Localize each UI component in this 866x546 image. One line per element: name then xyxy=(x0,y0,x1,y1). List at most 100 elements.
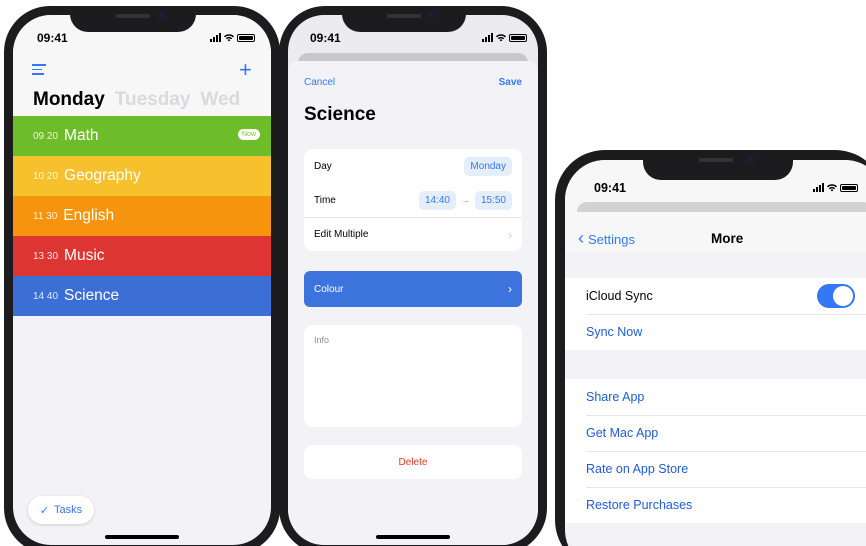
tab-monday[interactable]: Monday xyxy=(33,89,105,110)
status-time: 09:41 xyxy=(37,31,68,45)
checkmark-icon: ✓ xyxy=(39,504,50,517)
back-button[interactable]: ‹ Settings xyxy=(578,228,635,248)
edit-sheet: Cancel Save Science Day Monday Time 14:4… xyxy=(288,61,538,545)
lesson-name: English xyxy=(63,207,115,224)
status-icons xyxy=(482,33,527,42)
battery-icon xyxy=(509,33,527,42)
tasks-button[interactable]: ✓ Tasks xyxy=(28,496,94,524)
lesson-name: Math xyxy=(64,127,99,144)
save-button[interactable]: Save xyxy=(499,77,522,88)
links-group: Share App Get Mac App Rate on App Store … xyxy=(565,379,866,523)
schedule-group: Day Monday Time 14:40 → 15:50 Edit Multi… xyxy=(304,149,522,251)
lesson-title: Science xyxy=(304,104,376,125)
battery-icon xyxy=(237,33,255,42)
home-indicator xyxy=(105,535,179,539)
camera xyxy=(747,156,754,163)
cancel-button[interactable]: Cancel xyxy=(304,77,335,88)
notch xyxy=(643,150,793,180)
lesson-time: 13 30 xyxy=(33,250,59,262)
signal-icon xyxy=(210,33,221,42)
day-label: Day xyxy=(314,160,332,172)
restore-purchases-row[interactable]: Restore Purchases xyxy=(565,487,866,523)
wifi-icon xyxy=(224,33,234,41)
battery-icon xyxy=(840,183,858,192)
icloud-sync-label: iCloud Sync xyxy=(586,289,653,303)
lesson-name: Science xyxy=(64,287,120,304)
day-picker[interactable]: Monday xyxy=(464,156,512,176)
rate-app-row[interactable]: Rate on App Store xyxy=(565,451,866,487)
status-icons xyxy=(813,183,858,192)
get-mac-app-row[interactable]: Get Mac App xyxy=(565,415,866,451)
signal-icon xyxy=(813,183,824,192)
tasks-label: Tasks xyxy=(54,504,83,516)
back-label: Settings xyxy=(588,231,635,247)
delete-button[interactable]: Delete xyxy=(304,445,522,479)
lesson-time: 10 20 xyxy=(33,170,59,182)
delete-label: Delete xyxy=(398,456,428,468)
lesson-row[interactable]: 11 30 English xyxy=(13,196,271,236)
arrow-right-icon: → xyxy=(460,195,470,205)
tab-tuesday[interactable]: Tuesday xyxy=(115,89,191,110)
end-time-picker[interactable]: 15:50 xyxy=(474,190,512,210)
icloud-sync-row: iCloud Sync xyxy=(565,278,866,314)
colour-row[interactable]: Colour › xyxy=(304,271,522,307)
speaker xyxy=(116,14,150,18)
sync-group: iCloud Sync Sync Now xyxy=(565,278,866,350)
lesson-name: Music xyxy=(64,247,105,264)
get-mac-app-label: Get Mac App xyxy=(586,426,659,440)
plus-icon[interactable]: + xyxy=(239,59,252,81)
wifi-icon xyxy=(827,183,837,191)
restore-purchases-label: Restore Purchases xyxy=(586,498,693,512)
lesson-row[interactable]: 10 20 Geography xyxy=(13,156,271,196)
icloud-sync-toggle[interactable] xyxy=(817,284,855,308)
share-app-row[interactable]: Share App xyxy=(565,379,866,415)
more-screen: 09:41 ‹ Settings More iCloud Sync Sync N… xyxy=(565,160,866,546)
notch xyxy=(342,6,466,32)
phone-more-settings: 09:41 ‹ Settings More iCloud Sync Sync N… xyxy=(555,150,866,546)
chevron-right-icon: › xyxy=(508,282,512,296)
status-time: 09:41 xyxy=(594,181,626,195)
timetable-screen: 09:41 + Monday Tuesday Wed 09 20 Math Now … xyxy=(13,15,271,545)
edit-multiple-row[interactable]: Edit Multiple › xyxy=(304,217,522,251)
status-icons xyxy=(210,33,255,42)
now-badge: Now xyxy=(237,129,260,140)
info-placeholder: Info xyxy=(314,335,330,345)
chevron-left-icon: ‹ xyxy=(578,228,584,248)
edit-multiple-label: Edit Multiple xyxy=(314,229,369,240)
rate-app-label: Rate on App Store xyxy=(586,462,689,476)
phone-timetable: 09:41 + Monday Tuesday Wed 09 20 Math Now … xyxy=(4,6,280,546)
sync-now-row[interactable]: Sync Now xyxy=(565,314,866,350)
sync-now-label: Sync Now xyxy=(586,325,643,339)
wifi-icon xyxy=(496,33,506,41)
lesson-row[interactable]: 14 40 Science xyxy=(13,276,271,316)
speaker xyxy=(699,158,733,162)
notch xyxy=(70,6,196,32)
time-label: Time xyxy=(314,194,336,206)
lesson-time: 14 40 xyxy=(33,290,59,302)
camera xyxy=(158,12,165,19)
lesson-list: 09 20 Math Now 10 20 Geography 11 30 Eng… xyxy=(13,116,271,316)
edit-lesson-screen: 09:41 Cancel Save Science Day Monday Tim… xyxy=(288,15,538,545)
status-time: 09:41 xyxy=(310,31,341,45)
time-row: Time 14:40 → 15:50 xyxy=(304,183,522,217)
lesson-name: Geography xyxy=(64,167,141,184)
lesson-time: 09 20 xyxy=(33,130,59,142)
page-title: More xyxy=(711,231,744,246)
phone-edit-lesson: 09:41 Cancel Save Science Day Monday Tim… xyxy=(279,6,547,546)
colour-label: Colour xyxy=(314,283,344,295)
chevron-right-icon: › xyxy=(508,227,512,242)
lesson-time: 11 30 xyxy=(33,210,58,222)
day-row: Day Monday xyxy=(304,149,522,183)
camera xyxy=(428,12,435,19)
signal-icon xyxy=(482,33,493,42)
home-indicator xyxy=(376,535,450,539)
lesson-row[interactable]: 13 30 Music xyxy=(13,236,271,276)
lesson-row[interactable]: 09 20 Math Now xyxy=(13,116,271,156)
start-time-picker[interactable]: 14:40 xyxy=(418,190,456,210)
info-field[interactable]: Info xyxy=(304,325,522,427)
hamburger-menu-icon[interactable] xyxy=(32,64,46,75)
day-tabs: Monday Tuesday Wed xyxy=(33,89,271,111)
share-app-label: Share App xyxy=(586,390,645,404)
speaker xyxy=(387,14,421,18)
tab-wednesday[interactable]: Wed xyxy=(200,89,240,110)
